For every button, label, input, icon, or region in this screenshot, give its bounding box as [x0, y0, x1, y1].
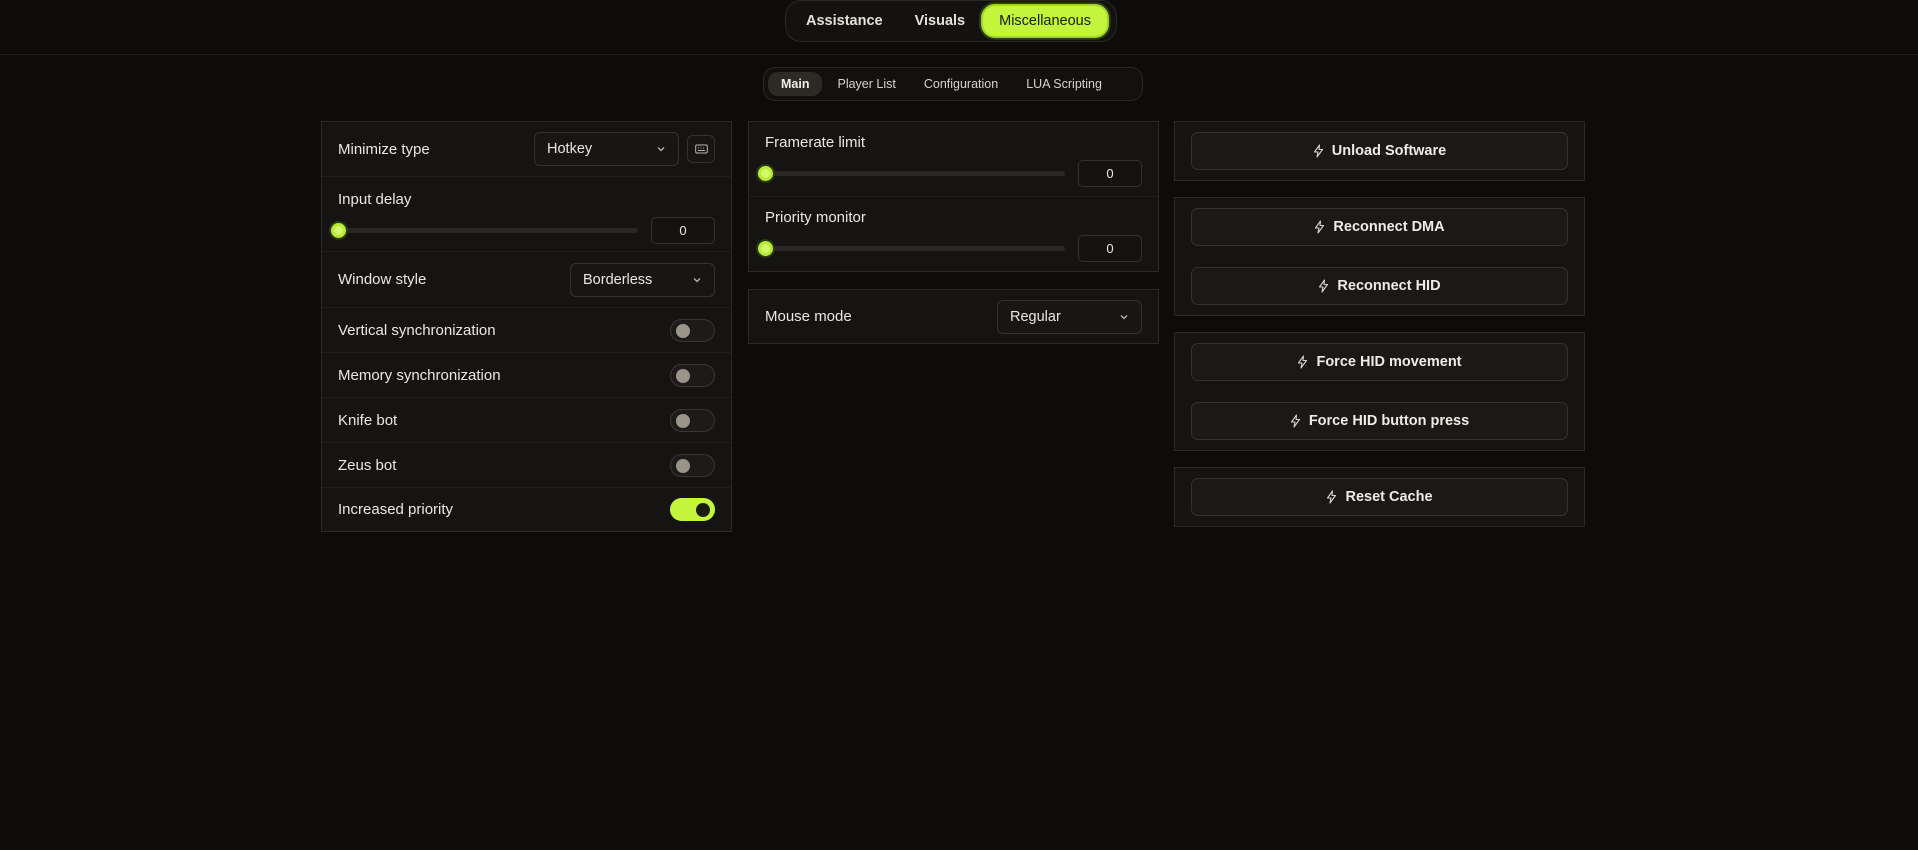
- mouse-mode-row: Mouse mode Regular: [749, 290, 1158, 343]
- input-delay-slider-thumb[interactable]: [331, 223, 346, 238]
- subtab-configuration[interactable]: Configuration: [911, 72, 1011, 96]
- reconnect-hid-label: Reconnect HID: [1337, 278, 1441, 294]
- keybind-button[interactable]: [687, 135, 715, 163]
- lightning-bolt-icon: [1313, 144, 1323, 158]
- framerate-limit-block: Framerate limit 0: [749, 122, 1158, 197]
- memory-sync-label: Memory synchronization: [338, 366, 501, 384]
- general-settings-panel: Minimize type Hotkey Input delay 0 Windo…: [321, 121, 732, 532]
- unload-software-button[interactable]: Unload Software: [1191, 132, 1568, 170]
- window-style-value: Borderless: [583, 271, 653, 288]
- mouse-mode-value: Regular: [1010, 308, 1061, 325]
- input-delay-label: Input delay: [338, 191, 412, 208]
- force-hid-button-press-label: Force HID button press: [1308, 413, 1470, 429]
- memory-sync-toggle[interactable]: [670, 363, 715, 387]
- framerate-limit-value[interactable]: 0: [1078, 160, 1142, 187]
- framerate-limit-slider[interactable]: [758, 166, 1065, 181]
- chevron-down-icon: [693, 277, 701, 282]
- sub-tab-bar: Main Player List Configuration LUA Scrip…: [763, 67, 1143, 101]
- vertical-sync-row: Vertical synchronization: [322, 308, 731, 353]
- subtab-main[interactable]: Main: [768, 72, 823, 96]
- minimize-type-dropdown[interactable]: Hotkey: [534, 132, 679, 166]
- reconnect-dma-label: Reconnect DMA: [1333, 219, 1445, 235]
- priority-monitor-block: Priority monitor 0: [749, 197, 1158, 271]
- zeus-bot-label: Zeus bot: [338, 456, 397, 474]
- reset-cache-label: Reset Cache: [1345, 489, 1433, 505]
- performance-panel: Framerate limit 0 Priority monitor 0: [748, 121, 1159, 272]
- zeus-bot-row: Zeus bot: [322, 443, 731, 488]
- window-style-dropdown[interactable]: Borderless: [570, 262, 715, 297]
- keyboard-icon: [694, 144, 708, 154]
- chevron-down-icon: [657, 147, 665, 152]
- minimize-type-value: Hotkey: [547, 141, 593, 157]
- force-hid-movement-button[interactable]: Force HID movement: [1191, 343, 1568, 381]
- priority-monitor-label: Priority monitor: [765, 209, 866, 226]
- reconnect-dma-button[interactable]: Reconnect DMA: [1191, 208, 1568, 246]
- input-delay-block: Input delay 0: [322, 177, 731, 252]
- force-hid-group: Force HID movement Force HID button pres…: [1174, 332, 1585, 451]
- window-style-label: Window style: [338, 271, 427, 288]
- memory-sync-row: Memory synchronization: [322, 353, 731, 398]
- minimize-type-label: Minimize type: [338, 140, 430, 158]
- tab-assistance[interactable]: Assistance: [790, 4, 899, 38]
- subtab-player-list[interactable]: Player List: [824, 72, 908, 96]
- mouse-mode-panel: Mouse mode Regular: [748, 289, 1159, 344]
- lightning-bolt-icon: [1319, 279, 1329, 293]
- reconnect-group: Reconnect DMA Reconnect HID: [1174, 197, 1585, 316]
- lightning-bolt-icon: [1290, 414, 1300, 428]
- top-navigation-bar: Assistance Visuals Miscellaneous: [0, 0, 1918, 55]
- knife-bot-toggle[interactable]: [670, 408, 715, 432]
- framerate-limit-slider-thumb[interactable]: [758, 166, 773, 181]
- reconnect-hid-button[interactable]: Reconnect HID: [1191, 267, 1568, 305]
- tab-miscellaneous[interactable]: Miscellaneous: [981, 4, 1109, 38]
- chevron-down-icon: [1120, 314, 1128, 319]
- knife-bot-row: Knife bot: [322, 398, 731, 443]
- lightning-bolt-icon: [1315, 220, 1325, 234]
- increased-priority-toggle[interactable]: [670, 498, 715, 521]
- priority-monitor-value[interactable]: 0: [1078, 235, 1142, 262]
- increased-priority-label: Increased priority: [338, 501, 454, 518]
- vertical-sync-label: Vertical synchronization: [338, 321, 496, 339]
- priority-monitor-slider[interactable]: [758, 241, 1065, 256]
- unload-group: Unload Software: [1174, 121, 1585, 181]
- priority-monitor-slider-thumb[interactable]: [758, 241, 773, 256]
- window-style-row: Window style Borderless: [322, 252, 731, 308]
- increased-priority-row: Increased priority: [322, 488, 731, 531]
- framerate-limit-label: Framerate limit: [765, 134, 866, 151]
- subtab-lua-scripting[interactable]: LUA Scripting: [1013, 72, 1115, 96]
- mouse-mode-dropdown[interactable]: Regular: [997, 299, 1142, 334]
- force-hid-movement-label: Force HID movement: [1316, 354, 1462, 370]
- unload-software-label: Unload Software: [1331, 143, 1447, 159]
- main-tab-bar: Assistance Visuals Miscellaneous: [785, 0, 1117, 42]
- mouse-mode-label: Mouse mode: [765, 308, 852, 325]
- zeus-bot-toggle[interactable]: [670, 453, 715, 477]
- knife-bot-label: Knife bot: [338, 411, 398, 429]
- vertical-sync-toggle[interactable]: [670, 318, 715, 342]
- input-delay-value[interactable]: 0: [651, 217, 715, 244]
- tab-visuals[interactable]: Visuals: [899, 4, 982, 38]
- lightning-bolt-icon: [1327, 490, 1337, 504]
- reset-cache-group: Reset Cache: [1174, 467, 1585, 527]
- force-hid-button-press-button[interactable]: Force HID button press: [1191, 402, 1568, 440]
- reset-cache-button[interactable]: Reset Cache: [1191, 478, 1568, 516]
- minimize-type-row: Minimize type Hotkey: [322, 122, 731, 177]
- lightning-bolt-icon: [1298, 355, 1308, 369]
- input-delay-slider[interactable]: [331, 223, 638, 238]
